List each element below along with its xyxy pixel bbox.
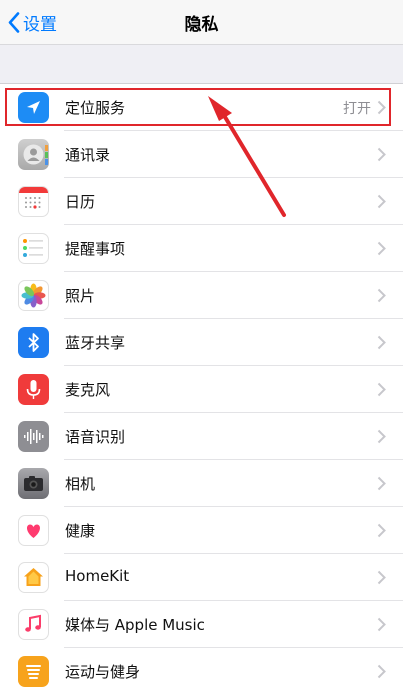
navigation-bar: 设置 隐私 [0,0,403,45]
row-label: 日历 [65,193,96,211]
chevron-right-icon [377,382,386,397]
camera-icon [18,468,49,499]
bluetooth-icon [18,327,49,358]
chevron-right-icon [377,429,386,444]
chevron-right-icon [377,100,386,115]
row-photos[interactable]: 照片 [0,272,403,319]
location-arrow-icon [18,92,49,123]
chevron-right-icon [377,335,386,350]
section-gap [0,45,403,84]
privacy-list: 定位服务 打开 通讯录 日历 提醒事项 照片 蓝牙共享 麦克风 语音识别 相机 … [0,84,403,695]
row-label: 语音识别 [65,428,126,446]
reminders-icon [18,233,49,264]
row-motion-fitness[interactable]: 运动与健身 [0,648,403,695]
row-camera[interactable]: 相机 [0,460,403,507]
chevron-right-icon [377,194,386,209]
chevron-right-icon [377,147,386,162]
photos-icon [18,280,49,311]
health-heart-icon [18,515,49,546]
row-bluetooth-sharing[interactable]: 蓝牙共享 [0,319,403,366]
row-microphone[interactable]: 麦克风 [0,366,403,413]
chevron-right-icon [377,570,386,585]
motion-fitness-icon [18,656,49,687]
row-label: 相机 [65,475,96,493]
music-note-icon [18,609,49,640]
chevron-right-icon [377,523,386,538]
chevron-right-icon [377,664,386,679]
row-media-apple-music[interactable]: 媒体与 Apple Music [0,601,403,648]
speech-recognition-icon [18,421,49,452]
calendar-icon [18,186,49,217]
row-label: 健康 [65,522,96,540]
microphone-icon [18,374,49,405]
chevron-right-icon [377,288,386,303]
row-label: 定位服务 [65,99,126,117]
row-label: 媒体与 Apple Music [65,616,205,634]
row-label: 照片 [65,287,96,305]
row-label: 通讯录 [65,146,111,164]
row-label: 麦克风 [65,381,111,399]
row-speech-recognition[interactable]: 语音识别 [0,413,403,460]
homekit-house-icon [18,562,49,593]
row-label: 蓝牙共享 [65,334,126,352]
row-health[interactable]: 健康 [0,507,403,554]
row-reminders[interactable]: 提醒事项 [0,225,403,272]
row-label: 运动与健身 [65,663,141,681]
row-label: HomeKit [65,567,130,585]
row-location-services[interactable]: 定位服务 打开 [0,84,403,131]
page-title: 隐私 [184,15,219,35]
row-calendar[interactable]: 日历 [0,178,403,225]
row-label: 提醒事项 [65,240,126,258]
row-contacts[interactable]: 通讯录 [0,131,403,178]
row-homekit[interactable]: HomeKit [0,554,403,601]
chevron-right-icon [377,241,386,256]
contacts-icon [18,139,49,170]
chevron-right-icon [377,617,386,632]
row-value: 打开 [343,101,371,117]
chevron-right-icon [377,476,386,491]
